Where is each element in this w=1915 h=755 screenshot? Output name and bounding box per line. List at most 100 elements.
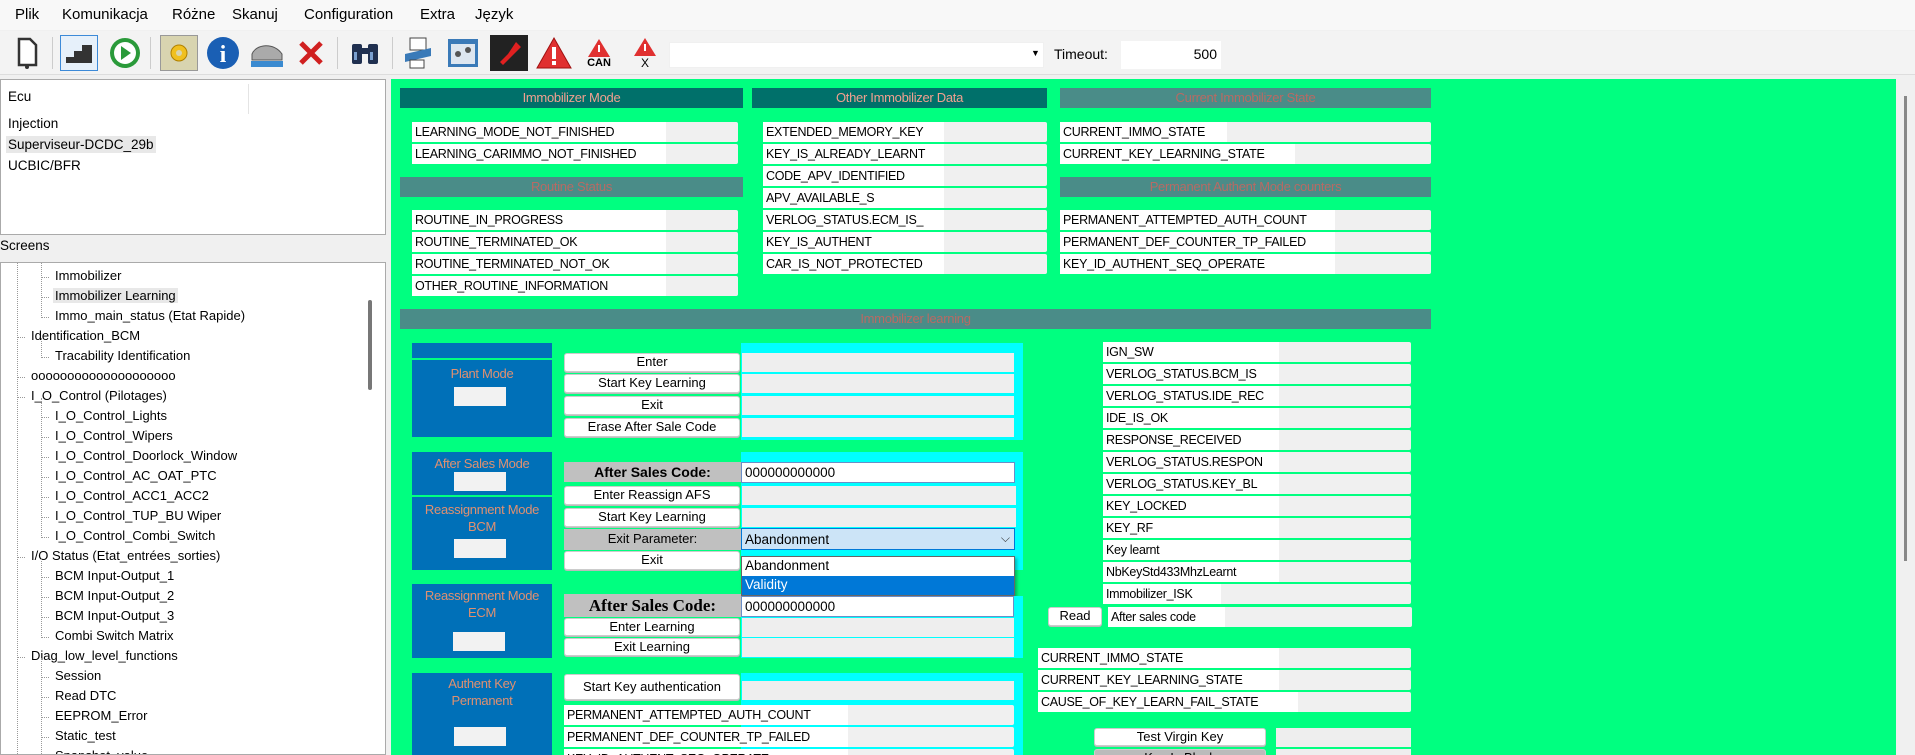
plant-mode-button[interactable]: Exit [564, 396, 740, 415]
tree-item[interactable]: Tracability Identification [53, 348, 192, 363]
menu-rozne[interactable]: Różne [172, 6, 215, 23]
plant-mode-button[interactable]: Erase After Sale Code [564, 418, 740, 437]
warning-icon[interactable] [535, 35, 573, 71]
learning-status-row: Key learnt [1103, 540, 1411, 560]
binoculars-icon[interactable] [346, 35, 384, 71]
dropdown-option[interactable]: Abandonment [742, 557, 1014, 576]
ecu-item-selected[interactable]: Superviseur-DCDC_29b [6, 136, 156, 153]
key-is-black-button[interactable]: Key Is Black [1094, 749, 1266, 755]
menu-configuration[interactable]: Configuration [304, 6, 393, 23]
learning-state-row: CAUSE_OF_KEY_LEARN_FAIL_STATE [1038, 692, 1411, 712]
tree-connector [41, 497, 49, 498]
main-scrollbar-thumb[interactable] [1904, 96, 1907, 561]
row-label: VERLOG_STATUS.BCM_IS [1103, 364, 1279, 384]
x-label: X [640, 56, 649, 70]
learning-status-row: VERLOG_STATUS.BCM_IS [1103, 364, 1411, 384]
toolbar-separator [52, 37, 53, 69]
tree-item[interactable]: Immobilizer Learning [53, 288, 178, 303]
stairs-icon[interactable] [60, 35, 98, 71]
row-label: ROUTINE_TERMINATED_NOT_OK [412, 254, 666, 274]
ecm-learning-button[interactable]: Enter Learning [564, 618, 740, 636]
chevron-down-icon[interactable]: ⌵ [1001, 531, 1010, 546]
plant-mode-button[interactable]: Start Key Learning [564, 374, 740, 393]
authent-counter-row: PERMANENT_ATTEMPTED_AUTH_COUNT [564, 705, 1014, 725]
value-field [742, 508, 1016, 527]
tree-guide [41, 263, 42, 318]
tree-item[interactable]: I_O_Control_ACC1_ACC2 [53, 488, 211, 503]
timeout-input[interactable]: 500 [1121, 41, 1221, 69]
menu-skanuj[interactable]: Skanuj [232, 6, 278, 23]
after-sales-code-label: After Sales Code: [564, 462, 741, 482]
tree-item[interactable]: Session [53, 668, 103, 683]
section-header-current-state: Current Immobilizer State [1060, 88, 1431, 108]
plant-mode-title: Plant Mode [450, 366, 514, 381]
tree-item[interactable]: Static_test [53, 728, 118, 743]
tree-item[interactable]: I_O_Control_Doorlock_Window [53, 448, 239, 463]
tree-item[interactable]: BCM Input-Output_1 [53, 568, 176, 583]
tree-item[interactable]: Diag_low_level_functions [29, 648, 180, 663]
warning-clear-icon[interactable]: X [626, 35, 664, 71]
ecu-item[interactable]: Injection [6, 115, 60, 132]
ecm-learning-button[interactable]: Exit Learning [564, 638, 740, 656]
close-icon[interactable] [292, 35, 330, 71]
tree-item[interactable]: BCM Input-Output_3 [53, 608, 176, 623]
plant-mode-button[interactable]: Enter [564, 353, 740, 372]
after-sales-button[interactable]: Enter Reassign AFS [564, 486, 740, 505]
toolbar-separator [150, 37, 151, 69]
menu-komunikacja[interactable]: Komunikacja [62, 6, 148, 23]
section-header-immobilizer-learning: Immobilizer learning [400, 309, 1431, 329]
tree-item[interactable]: Immo_main_status (Etat Rapide) [53, 308, 247, 323]
chevron-down-icon[interactable]: ▼ [1031, 48, 1040, 58]
red-pin-icon[interactable] [490, 35, 528, 71]
row-label: VERLOG_STATUS.IDE_REC [1103, 386, 1279, 406]
exit-parameter-select[interactable]: Abandonment ⌵ [741, 528, 1015, 550]
exit-parameter-label: Exit Parameter: [564, 529, 741, 550]
car-icon[interactable] [248, 35, 286, 71]
tree-item[interactable]: I_O_Control_Lights [53, 408, 169, 423]
row-label: PERMANENT_DEF_COUNTER_TP_FAILED [564, 727, 848, 747]
warning-can-icon[interactable]: CAN [580, 35, 618, 71]
data-shredder-icon[interactable] [400, 35, 438, 71]
tree-item[interactable]: Combi Switch Matrix [53, 628, 175, 643]
menu-extra[interactable]: Extra [420, 6, 455, 23]
tree-item[interactable]: I_O_Control_Combi_Switch [53, 528, 217, 543]
tree-item[interactable]: Immobilizer [53, 268, 123, 283]
tree-item[interactable]: oooooooooooooooooooo [29, 368, 178, 383]
tree-item[interactable]: EEPROM_Error [53, 708, 149, 723]
test-virgin-key-button[interactable]: Test Virgin Key [1094, 728, 1266, 746]
play-icon[interactable] [106, 35, 144, 71]
routine-status-row: ROUTINE_TERMINATED_NOT_OK [412, 254, 738, 274]
menu-jezyk[interactable]: Język [475, 6, 513, 23]
tree-item[interactable]: I_O_Control_TUP_BU Wiper [53, 508, 223, 523]
learning-status-row: VERLOG_STATUS.RESPON [1103, 452, 1411, 472]
permanent-counter-row: PERMANENT_DEF_COUNTER_TP_FAILED [1060, 232, 1431, 252]
ecu-panel: Ecu Injection Superviseur-DCDC_29b UCBIC… [0, 79, 386, 235]
read-button[interactable]: Read [1048, 607, 1102, 626]
tree-item[interactable]: BCM Input-Output_2 [53, 588, 176, 603]
tree-item[interactable]: Identification_BCM [29, 328, 142, 343]
after-sales-button[interactable]: Start Key Learning [564, 508, 740, 527]
tree-connector [41, 697, 49, 698]
ecu-item[interactable]: UCBIC/BFR [6, 157, 83, 174]
menu-plik[interactable]: Plik [15, 6, 39, 23]
start-key-authentication-button[interactable]: Start Key authentication [564, 674, 740, 700]
tree-scrollbar[interactable] [368, 300, 372, 390]
tree-item[interactable]: I_O_Control (Pilotages) [29, 388, 169, 403]
row-label: CURRENT_KEY_LEARNING_STATE [1060, 144, 1295, 164]
device-combo[interactable] [669, 42, 1044, 68]
info-icon[interactable]: i [204, 35, 242, 71]
exit-button[interactable]: Exit [564, 551, 740, 570]
gear-icon[interactable] [160, 35, 198, 71]
tree-item[interactable]: I_O_Control_Wipers [53, 428, 175, 443]
after-sales-code-input[interactable]: 000000000000 [741, 462, 1015, 483]
ecm-after-sales-code-input[interactable]: 000000000000 [741, 596, 1014, 617]
dropdown-option[interactable]: Validity [742, 576, 1014, 595]
tree-item[interactable]: I/O Status (Etat_entrées_sorties) [29, 548, 222, 563]
control-panel-icon[interactable] [444, 35, 482, 71]
tree-item[interactable]: Read DTC [53, 688, 118, 703]
row-label: OTHER_ROUTINE_INFORMATION [412, 276, 666, 296]
new-file-icon[interactable] [8, 35, 46, 71]
tree-item[interactable]: I_O_Control_AC_OAT_PTC [53, 468, 219, 483]
tree-item[interactable]: Snapshot_value [53, 748, 150, 754]
tree-connector [41, 457, 49, 458]
